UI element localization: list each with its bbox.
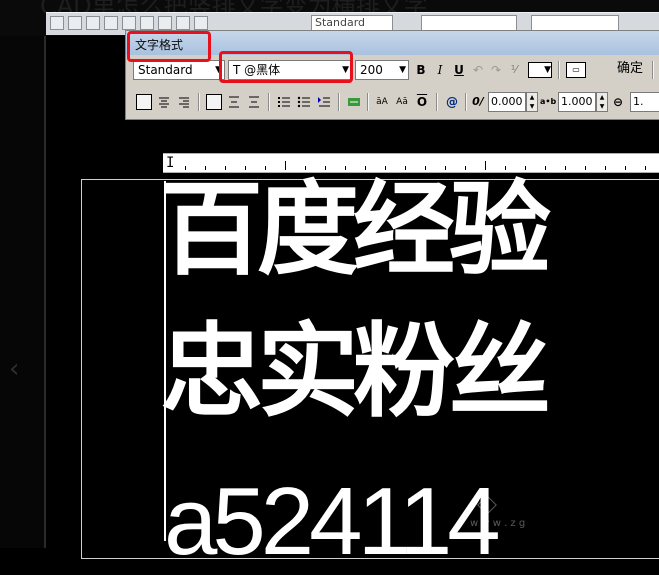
bg-table-style-combo[interactable] xyxy=(531,15,619,31)
editor-text-line-2[interactable]: 忠实粉丝 xyxy=(161,322,551,424)
watermark-text: w w w . z g xyxy=(470,518,526,529)
ruler-tick xyxy=(505,166,506,170)
bold-button[interactable]: B xyxy=(413,62,429,78)
toolbar-separator xyxy=(652,61,654,79)
bg-dim-style-combo[interactable] xyxy=(421,15,517,31)
ruler-tick xyxy=(185,166,186,170)
left-strip: ‹ xyxy=(0,36,46,548)
ruler-tick xyxy=(485,161,486,170)
align-center-icon[interactable] xyxy=(156,94,172,110)
ruler-indent-marker[interactable]: I xyxy=(166,155,174,171)
text-style-icon[interactable] xyxy=(194,16,208,30)
ruler[interactable]: I xyxy=(163,153,659,173)
bullets-icon[interactable] xyxy=(296,94,312,110)
ok-button[interactable]: 确定 xyxy=(617,59,643,79)
tracking-stepper[interactable]: ▲ ▼ xyxy=(596,92,608,112)
ruler-tick xyxy=(325,166,326,170)
toolbar-separator xyxy=(338,93,340,111)
help-icon[interactable] xyxy=(176,16,190,30)
zoom-icon[interactable] xyxy=(50,16,64,30)
height-combo[interactable]: 200 ▼ xyxy=(355,60,409,80)
italic-button[interactable]: I xyxy=(432,62,448,78)
ruler-toggle-icon[interactable]: ▭ xyxy=(566,62,586,78)
ruler-tick xyxy=(625,166,626,170)
align-middle-icon[interactable] xyxy=(226,94,242,110)
uppercase-icon[interactable]: āA xyxy=(374,94,390,110)
oblique-angle-icon[interactable]: 0/ xyxy=(470,94,486,110)
bg-text-style-combo[interactable]: Standard xyxy=(311,15,393,31)
zoom-in-icon[interactable] xyxy=(68,16,82,30)
ruler-tick xyxy=(645,166,646,170)
toolbar-separator xyxy=(558,61,560,79)
symbol-icon[interactable]: @ xyxy=(444,94,460,110)
toolbar-separator xyxy=(465,93,467,111)
watermark-logo-icon xyxy=(477,495,497,515)
ruler-tick xyxy=(285,161,286,170)
redo-icon[interactable]: ↷ xyxy=(488,62,504,78)
toolbar-separator xyxy=(436,93,438,111)
align-bottom-icon[interactable] xyxy=(246,94,262,110)
tracking-input[interactable]: 1.000 xyxy=(558,92,596,112)
height-combo-value: 200 xyxy=(360,63,383,77)
color-combo[interactable]: ▼ xyxy=(528,62,552,78)
ruler-tick xyxy=(345,166,346,170)
ruler-tick xyxy=(445,166,446,170)
format-row-2: āA Aā O @ 0/ 0.000 ▲ ▼ a•b 1.000 ▲ ▼ ⊖ 1. xyxy=(126,89,659,115)
watermark: w w w . z g xyxy=(470,494,580,544)
ruler-tick xyxy=(225,166,226,170)
ruler-tick xyxy=(305,166,306,170)
style-combo[interactable]: Standard ▼ xyxy=(133,60,225,80)
undo-icon[interactable]: ↶ xyxy=(470,62,486,78)
ruler-tick xyxy=(585,166,586,170)
highlight-font-combo xyxy=(219,51,353,83)
toolbar-separator xyxy=(367,93,369,111)
style-combo-value: Standard xyxy=(138,63,193,77)
insert-field-icon[interactable] xyxy=(346,94,362,110)
ruler-tick xyxy=(425,166,426,170)
chevron-down-icon: ▼ xyxy=(544,65,551,75)
ruler-tick xyxy=(565,166,566,170)
editor-text-line-1[interactable]: 百度经验 xyxy=(161,180,551,282)
editor-text-line-3[interactable]: a524114 xyxy=(164,474,501,570)
ruler-tick xyxy=(205,166,206,170)
stack-icon[interactable]: ⅟ xyxy=(506,62,522,78)
paragraph-icon[interactable] xyxy=(316,94,332,110)
chevron-down-icon: ▼ xyxy=(399,65,406,75)
align-top-icon[interactable] xyxy=(206,94,222,110)
underline-button[interactable]: U xyxy=(451,62,467,78)
numbering-icon[interactable] xyxy=(276,94,292,110)
ruler-tick xyxy=(245,166,246,170)
pan-icon[interactable] xyxy=(104,16,118,30)
oblique-angle-stepper[interactable]: ▲ ▼ xyxy=(526,92,538,112)
ruler-tick xyxy=(365,166,366,170)
align-left-icon[interactable] xyxy=(136,94,152,110)
ruler-tick xyxy=(605,166,606,170)
zoom-out-icon[interactable] xyxy=(86,16,100,30)
width-factor-input[interactable]: 1. xyxy=(630,92,659,112)
lowercase-icon[interactable]: Aā xyxy=(394,94,410,110)
grid-icon[interactable] xyxy=(158,16,172,30)
ruler-tick xyxy=(385,166,386,170)
ruler-tick xyxy=(265,166,266,170)
properties-icon[interactable] xyxy=(122,16,136,30)
toolbar-separator xyxy=(268,93,270,111)
highlight-panel-title xyxy=(127,31,211,62)
align-right-icon[interactable] xyxy=(176,94,192,110)
layer-icon[interactable] xyxy=(140,16,154,30)
canvas-edge xyxy=(44,36,46,548)
overline-icon[interactable]: O xyxy=(414,94,430,110)
ruler-tick xyxy=(525,166,526,170)
ruler-tick xyxy=(465,166,466,170)
oblique-angle-input[interactable]: 0.000 xyxy=(488,92,526,112)
ruler-tick xyxy=(405,166,406,170)
previous-arrow-icon[interactable]: ‹ xyxy=(9,354,29,384)
ruler-tick xyxy=(545,166,546,170)
width-factor-icon[interactable]: ⊖ xyxy=(610,94,626,110)
toolbar-separator xyxy=(198,93,200,111)
tracking-icon[interactable]: a•b xyxy=(540,94,556,110)
